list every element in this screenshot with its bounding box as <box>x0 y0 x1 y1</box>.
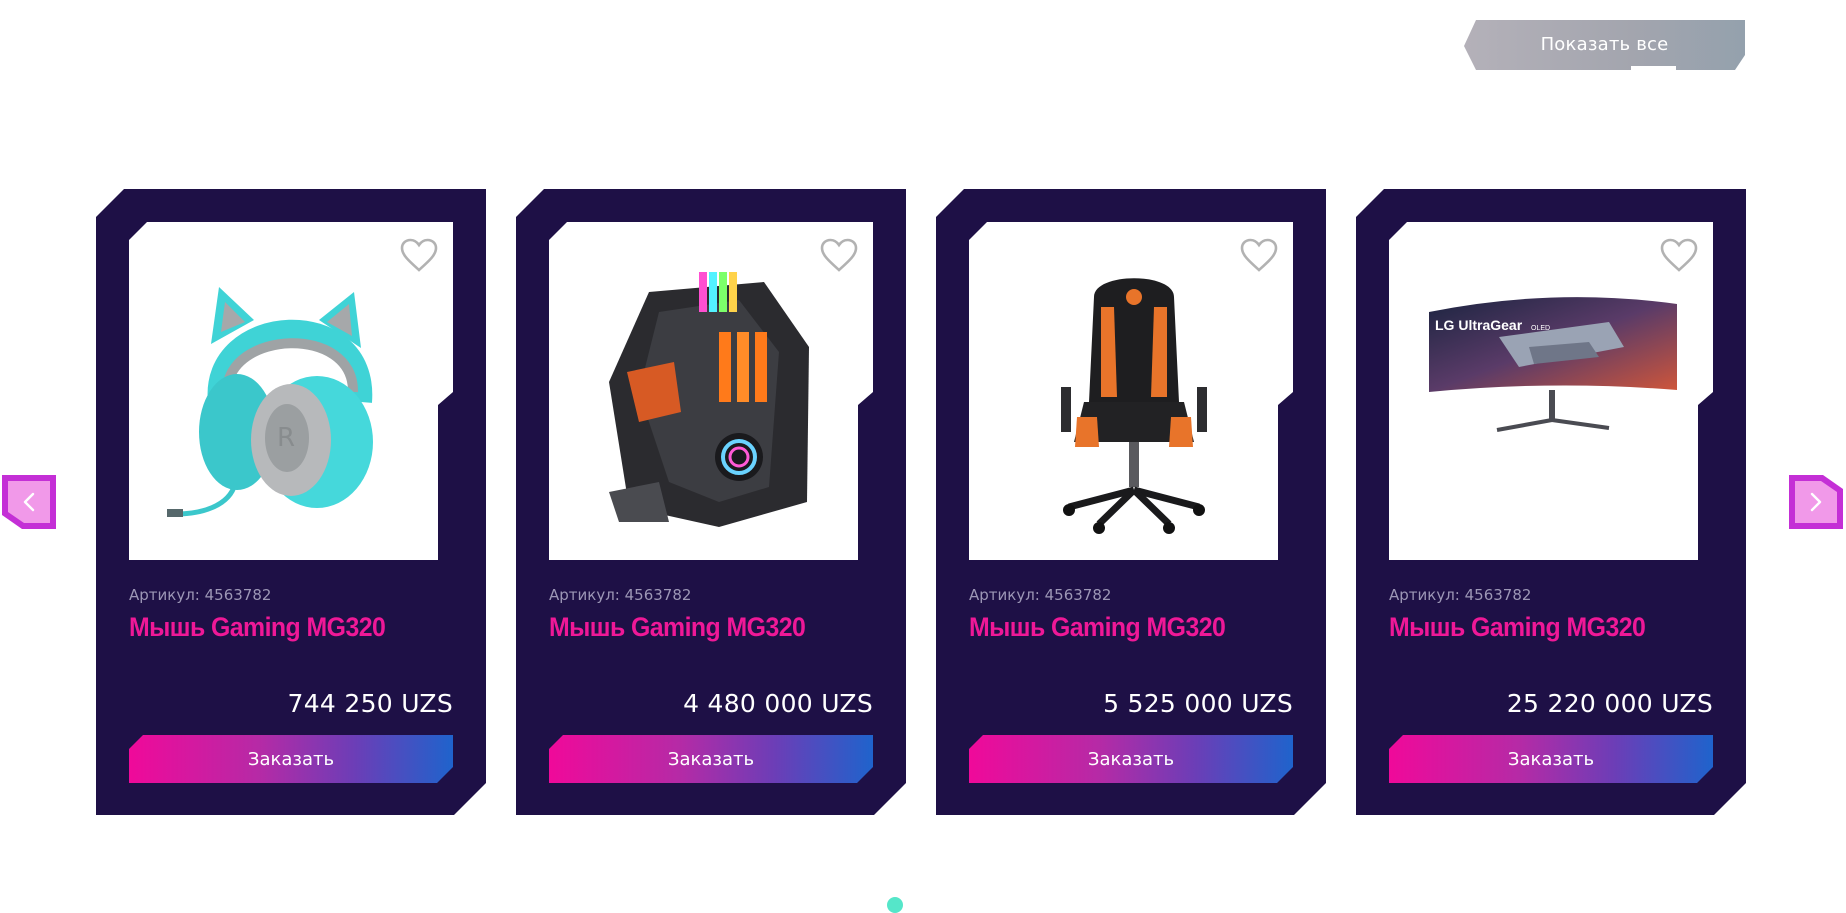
product-price: 4 480 000 UZS <box>683 689 873 718</box>
monitor-screen-text: LG UltraGear <box>1435 317 1523 333</box>
product-price: 744 250 UZS <box>287 689 453 718</box>
product-card: LG UltraGear OLED Артикул: 4563782 Мышь … <box>1356 189 1746 815</box>
product-price: 25 220 000 UZS <box>1506 689 1713 718</box>
product-image-frame[interactable] <box>969 222 1293 560</box>
order-button[interactable]: Заказать <box>129 735 453 783</box>
heart-icon[interactable] <box>399 237 439 273</box>
product-image-frame[interactable]: LG UltraGear OLED <box>1389 222 1713 560</box>
product-card: R Артикул: 4563782 Мышь Gaming MG320 744… <box>96 189 486 815</box>
gaming-chair-image <box>1061 278 1207 534</box>
heart-icon[interactable] <box>1239 237 1279 273</box>
product-carousel-section: Показать все R Артикул: 4563782 Мышь Gam… <box>0 0 1846 913</box>
monitor-screen-subtext: OLED <box>1531 325 1550 332</box>
product-image-frame[interactable]: R <box>129 222 453 560</box>
carousel-next-button[interactable] <box>1787 473 1845 531</box>
show-all-label: Показать все <box>1540 33 1669 55</box>
product-card: Артикул: 4563782 Мышь Gaming MG320 5 525… <box>936 189 1326 815</box>
chevron-left-icon <box>2 475 56 529</box>
pc-case-image <box>609 272 809 527</box>
product-name[interactable]: Мышь Gaming MG320 <box>1389 612 1646 643</box>
show-all-button[interactable]: Показать все <box>1464 20 1745 70</box>
order-button[interactable]: Заказать <box>969 735 1293 783</box>
svg-text:R: R <box>277 423 295 453</box>
heart-icon[interactable] <box>819 237 859 273</box>
product-image-frame[interactable] <box>549 222 873 560</box>
product-sku: Артикул: 4563782 <box>969 586 1112 604</box>
product-name[interactable]: Мышь Gaming MG320 <box>129 612 386 643</box>
product-sku: Артикул: 4563782 <box>129 586 272 604</box>
pagination-dot-active[interactable] <box>887 897 903 913</box>
order-button[interactable]: Заказать <box>1389 735 1713 783</box>
curved-monitor-image: LG UltraGear OLED <box>1429 297 1677 432</box>
order-button[interactable]: Заказать <box>549 735 873 783</box>
product-name[interactable]: Мышь Gaming MG320 <box>969 612 1226 643</box>
product-name[interactable]: Мышь Gaming MG320 <box>549 612 806 643</box>
carousel-prev-button[interactable] <box>0 473 58 531</box>
product-price: 5 525 000 UZS <box>1103 689 1293 718</box>
product-sku: Артикул: 4563782 <box>1389 586 1532 604</box>
product-sku: Артикул: 4563782 <box>549 586 692 604</box>
product-card: Артикул: 4563782 Мышь Gaming MG320 4 480… <box>516 189 906 815</box>
headphones-image: R <box>167 287 373 517</box>
chevron-right-icon <box>1789 475 1843 529</box>
heart-icon[interactable] <box>1659 237 1699 273</box>
